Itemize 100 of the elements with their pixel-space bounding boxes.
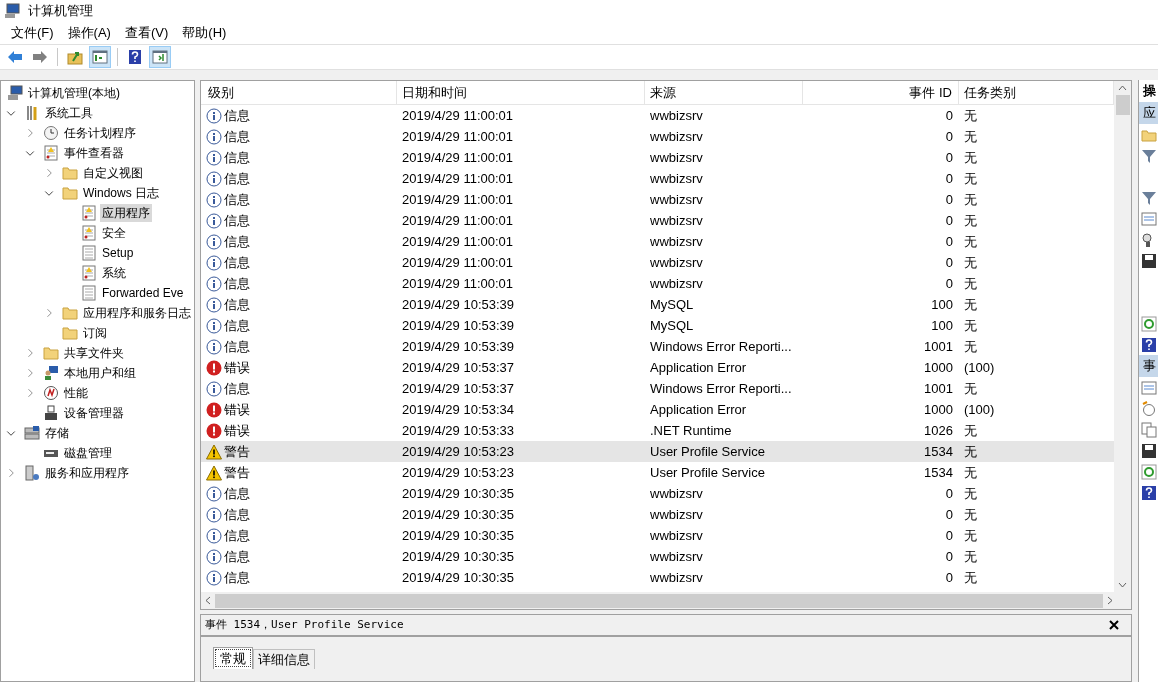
scroll-down-icon[interactable] — [1118, 582, 1127, 588]
column-header[interactable]: 事件 ID — [803, 81, 959, 104]
close-icon[interactable] — [1109, 620, 1119, 630]
help-icon[interactable] — [1141, 484, 1157, 501]
info-icon — [206, 254, 222, 271]
tree-item[interactable]: 自定义视图 — [81, 164, 145, 182]
scrollbar-thumb[interactable] — [1115, 95, 1130, 115]
table-cell-text: 0 — [945, 484, 953, 503]
table-row[interactable]: 错误 2019/4/29 10:53:34 Application Error 1000 (100) — [201, 399, 1114, 420]
clock-icon[interactable] — [1141, 400, 1157, 417]
table-cell-text: 信息 — [224, 484, 250, 503]
table-cell-text: 2019/4/29 10:53:39 — [402, 295, 515, 314]
tree-item[interactable]: 本地用户和组 — [62, 364, 138, 382]
app-computer-icon — [4, 3, 20, 19]
clock-icon — [43, 125, 59, 141]
table-row[interactable]: 信息 2019/4/29 10:30:35 wwbizsrv 0 无 — [201, 525, 1114, 546]
tree-item[interactable]: Setup — [100, 244, 136, 262]
log-book-icon — [81, 265, 97, 281]
menu-item[interactable]: 操作(A) — [60, 22, 118, 44]
table-cell-text: 2019/4/29 10:53:39 — [402, 337, 515, 356]
info-icon — [206, 275, 222, 292]
horizontal-scrollbar[interactable] — [201, 592, 1131, 609]
tree-item[interactable]: 计算机管理(本地) — [26, 84, 122, 102]
filter-icon[interactable] — [1141, 189, 1157, 206]
tree-item[interactable]: 性能 — [62, 384, 90, 402]
tree-item[interactable]: 系统 — [100, 264, 128, 282]
vertical-scrollbar[interactable] — [1114, 81, 1131, 592]
table-cell-text: 无 — [964, 274, 977, 293]
tree-item[interactable]: 服务和应用程序 — [43, 464, 131, 482]
tree-item[interactable]: 订阅 — [81, 324, 109, 342]
window-title: 计算机管理 — [28, 2, 93, 21]
tree-item[interactable]: 存储 — [43, 424, 71, 442]
actions-section-header[interactable]: 事 — [1139, 355, 1158, 377]
table-row[interactable]: 信息 2019/4/29 11:00:01 wwbizsrv 0 无 — [201, 231, 1114, 252]
table-row[interactable]: 信息 2019/4/29 10:30:35 wwbizsrv 0 无 — [201, 567, 1114, 588]
table-row[interactable]: 信息 2019/4/29 10:30:35 wwbizsrv 0 无 — [201, 483, 1114, 504]
column-header[interactable]: 日期和时间 — [397, 81, 645, 104]
menu-item[interactable]: 查看(V) — [117, 22, 176, 44]
table-cell-text: 无 — [964, 337, 977, 356]
table-row[interactable]: 信息 2019/4/29 11:00:01 wwbizsrv 0 无 — [201, 126, 1114, 147]
tree-item[interactable]: 应用程序 — [100, 204, 152, 222]
table-cell-text: 0 — [945, 526, 953, 545]
menu-item[interactable]: 帮助(H) — [175, 22, 234, 44]
table-row[interactable]: 信息 2019/4/29 10:30:35 wwbizsrv 0 无 — [201, 546, 1114, 567]
scroll-right-icon[interactable] — [1107, 596, 1113, 605]
tree-item[interactable]: 事件查看器 — [62, 144, 126, 162]
tree-item[interactable]: Forwarded Eve — [100, 284, 186, 302]
tree-item[interactable]: 系统工具 — [43, 104, 95, 122]
table-row[interactable]: 信息 2019/4/29 11:00:01 wwbizsrv 0 无 — [201, 210, 1114, 231]
table-row[interactable]: 警告 2019/4/29 10:53:23 User Profile Service 1534 无 — [201, 462, 1114, 483]
tree-item[interactable]: 磁盘管理 — [62, 444, 114, 462]
table-cell-text: wwbizsrv — [650, 526, 703, 545]
tree-item[interactable]: 设备管理器 — [62, 404, 126, 422]
table-row[interactable]: 错误 2019/4/29 10:53:33 .NET Runtime 1026 无 — [201, 420, 1114, 441]
table-cell-text: 0 — [945, 190, 953, 209]
tab[interactable]: 常规 — [213, 647, 253, 669]
table-cell-text: 信息 — [224, 337, 250, 356]
refresh-icon[interactable] — [1141, 463, 1157, 480]
scrollbar-thumb[interactable] — [215, 593, 1103, 608]
save-icon[interactable] — [1141, 442, 1157, 459]
filter-icon[interactable] — [1141, 147, 1157, 164]
scroll-up-icon[interactable] — [1118, 85, 1127, 91]
toolbar-button[interactable] — [149, 46, 171, 68]
table-row[interactable]: 信息 2019/4/29 10:30:35 wwbizsrv 0 无 — [201, 504, 1114, 525]
toolbar-button[interactable] — [89, 46, 111, 68]
tree-item[interactable]: 应用程序和服务日志 — [81, 304, 193, 322]
menu-item[interactable]: 文件(F) — [4, 22, 61, 44]
info-icon — [206, 317, 222, 334]
tree-item[interactable]: 共享文件夹 — [62, 344, 126, 362]
users-icon — [43, 365, 59, 381]
info-icon — [206, 548, 222, 565]
table-row[interactable]: 错误 2019/4/29 10:53:37 Application Error 1000 (100) — [201, 357, 1114, 378]
tree-item[interactable]: Windows 日志 — [81, 184, 161, 202]
table-row[interactable]: 信息 2019/4/29 11:00:01 wwbizsrv 0 无 — [201, 147, 1114, 168]
table-row[interactable]: 信息 2019/4/29 11:00:01 wwbizsrv 0 无 — [201, 189, 1114, 210]
table-row[interactable]: 信息 2019/4/29 11:00:01 wwbizsrv 0 无 — [201, 252, 1114, 273]
actions-section-header[interactable]: 应 — [1139, 102, 1158, 124]
table-cell-text: 信息 — [224, 547, 250, 566]
save-icon[interactable] — [1141, 252, 1157, 269]
table-row[interactable]: 信息 2019/4/29 11:00:01 wwbizsrv 0 无 — [201, 105, 1114, 126]
table-row[interactable]: 信息 2019/4/29 11:00:01 wwbizsrv 0 无 — [201, 168, 1114, 189]
column-header[interactable]: 来源 — [645, 81, 803, 104]
scroll-left-icon[interactable] — [205, 596, 211, 605]
table-cell-text: 信息 — [224, 127, 250, 146]
tree-item[interactable]: 安全 — [100, 224, 128, 242]
table-row[interactable]: 信息 2019/4/29 10:53:37 Windows Error Reporti... 1001 无 — [201, 378, 1114, 399]
table-row[interactable]: 信息 2019/4/29 11:00:01 wwbizsrv 0 无 — [201, 273, 1114, 294]
tab[interactable]: 详细信息 — [253, 649, 315, 669]
table-cell-text: 信息 — [224, 295, 250, 314]
selected-table-row[interactable]: 警告 2019/4/29 10:53:23 User Profile Service 1534 无 — [201, 441, 1114, 462]
help-icon[interactable] — [1141, 336, 1157, 353]
table-cell-text: 2019/4/29 11:00:01 — [402, 190, 514, 209]
tree-item[interactable]: 任务计划程序 — [62, 124, 138, 142]
table-cell-text: 0 — [945, 253, 953, 272]
table-row[interactable]: 信息 2019/4/29 10:53:39 MySQL 100 无 — [201, 294, 1114, 315]
column-header[interactable]: 级别 — [201, 81, 397, 104]
refresh-icon[interactable] — [1141, 315, 1157, 332]
table-row[interactable]: 信息 2019/4/29 10:53:39 Windows Error Reporti... 1001 无 — [201, 336, 1114, 357]
table-row[interactable]: 信息 2019/4/29 10:53:39 MySQL 100 无 — [201, 315, 1114, 336]
info-icon — [206, 569, 222, 586]
